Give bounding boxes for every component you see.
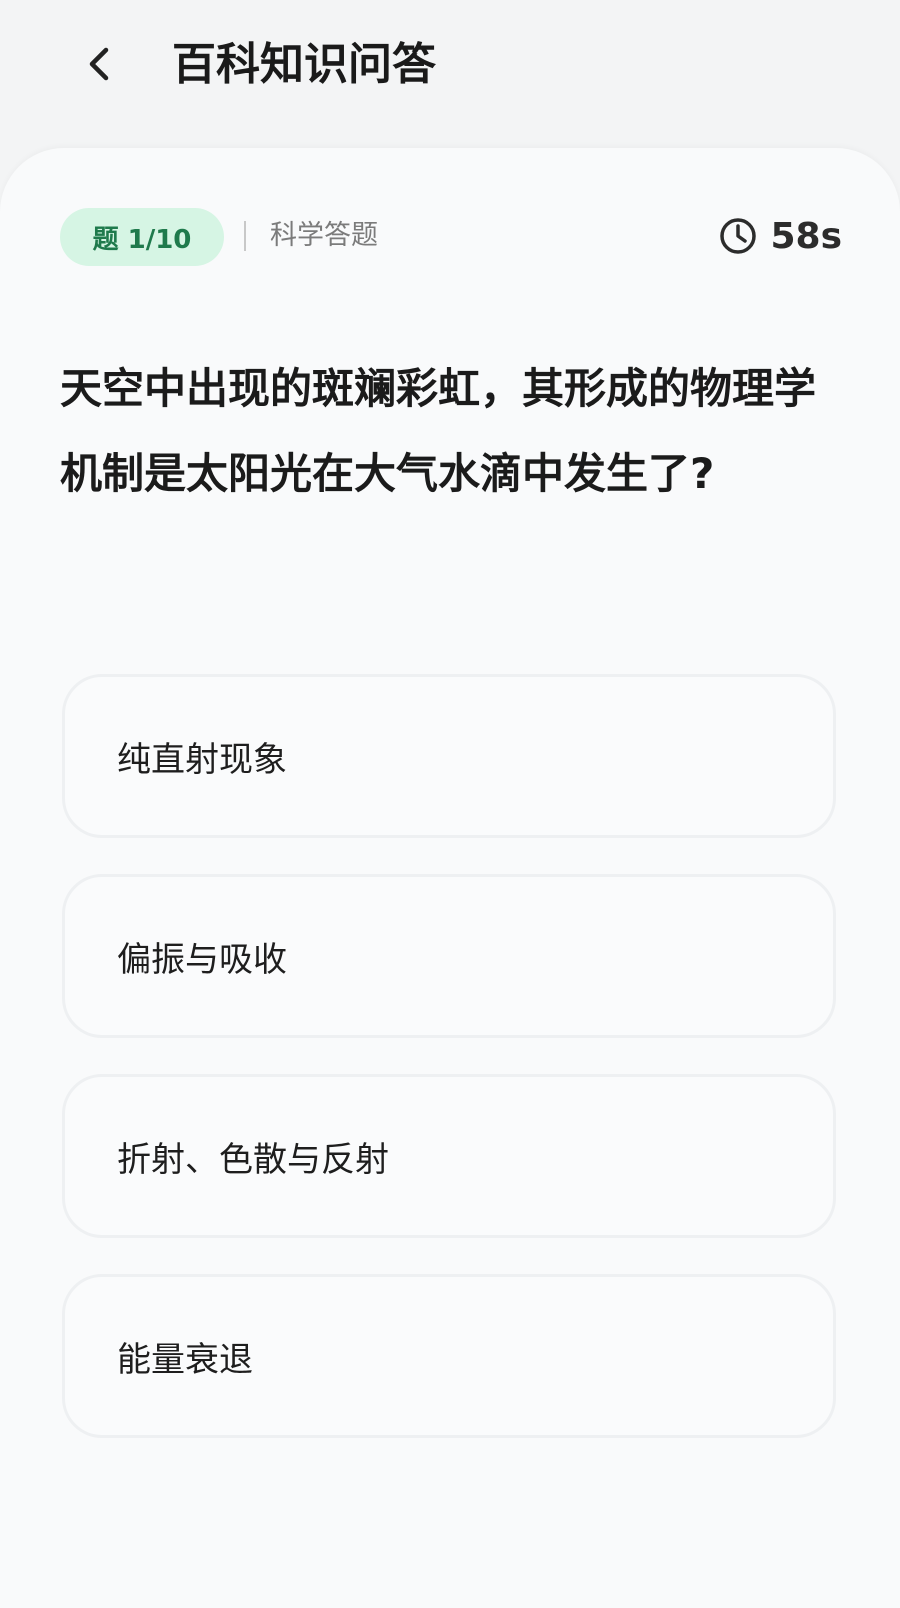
answer-option-label: 纯直射现象 bbox=[117, 739, 287, 780]
back-button[interactable] bbox=[72, 36, 128, 92]
answer-option[interactable]: 纯直射现象 bbox=[62, 674, 836, 838]
clock-icon bbox=[720, 218, 757, 254]
question-text: 天空中出现的斑斓彩虹，其形成的物理学机制是太阳光在大气水滴中发生了? bbox=[60, 364, 817, 498]
category-label: 科学答题 bbox=[270, 220, 378, 251]
answer-option[interactable]: 折射、色散与反射 bbox=[62, 1074, 836, 1238]
answer-option-label: 偏振与吸收 bbox=[117, 939, 287, 980]
timer-value: 58s bbox=[770, 215, 842, 257]
chevron-left-icon bbox=[89, 47, 109, 81]
quiz-card: 题 1/10 科学答题 58s 天空中出现的斑斓彩虹，其形成的物理学机制是太阳光… bbox=[0, 148, 900, 1608]
answer-option-label: 折射、色散与反射 bbox=[117, 1139, 389, 1180]
answer-option[interactable]: 能量衰退 bbox=[62, 1274, 836, 1438]
divider bbox=[244, 221, 246, 251]
header-bar: 百科知识问答 bbox=[0, 0, 900, 140]
countdown-timer: 58s bbox=[718, 210, 842, 262]
answer-option-label: 能量衰退 bbox=[117, 1339, 253, 1380]
page-title: 百科知识问答 bbox=[172, 39, 436, 90]
answer-option[interactable]: 偏振与吸收 bbox=[62, 874, 836, 1038]
question-progress-badge: 题 1/10 bbox=[60, 208, 224, 266]
